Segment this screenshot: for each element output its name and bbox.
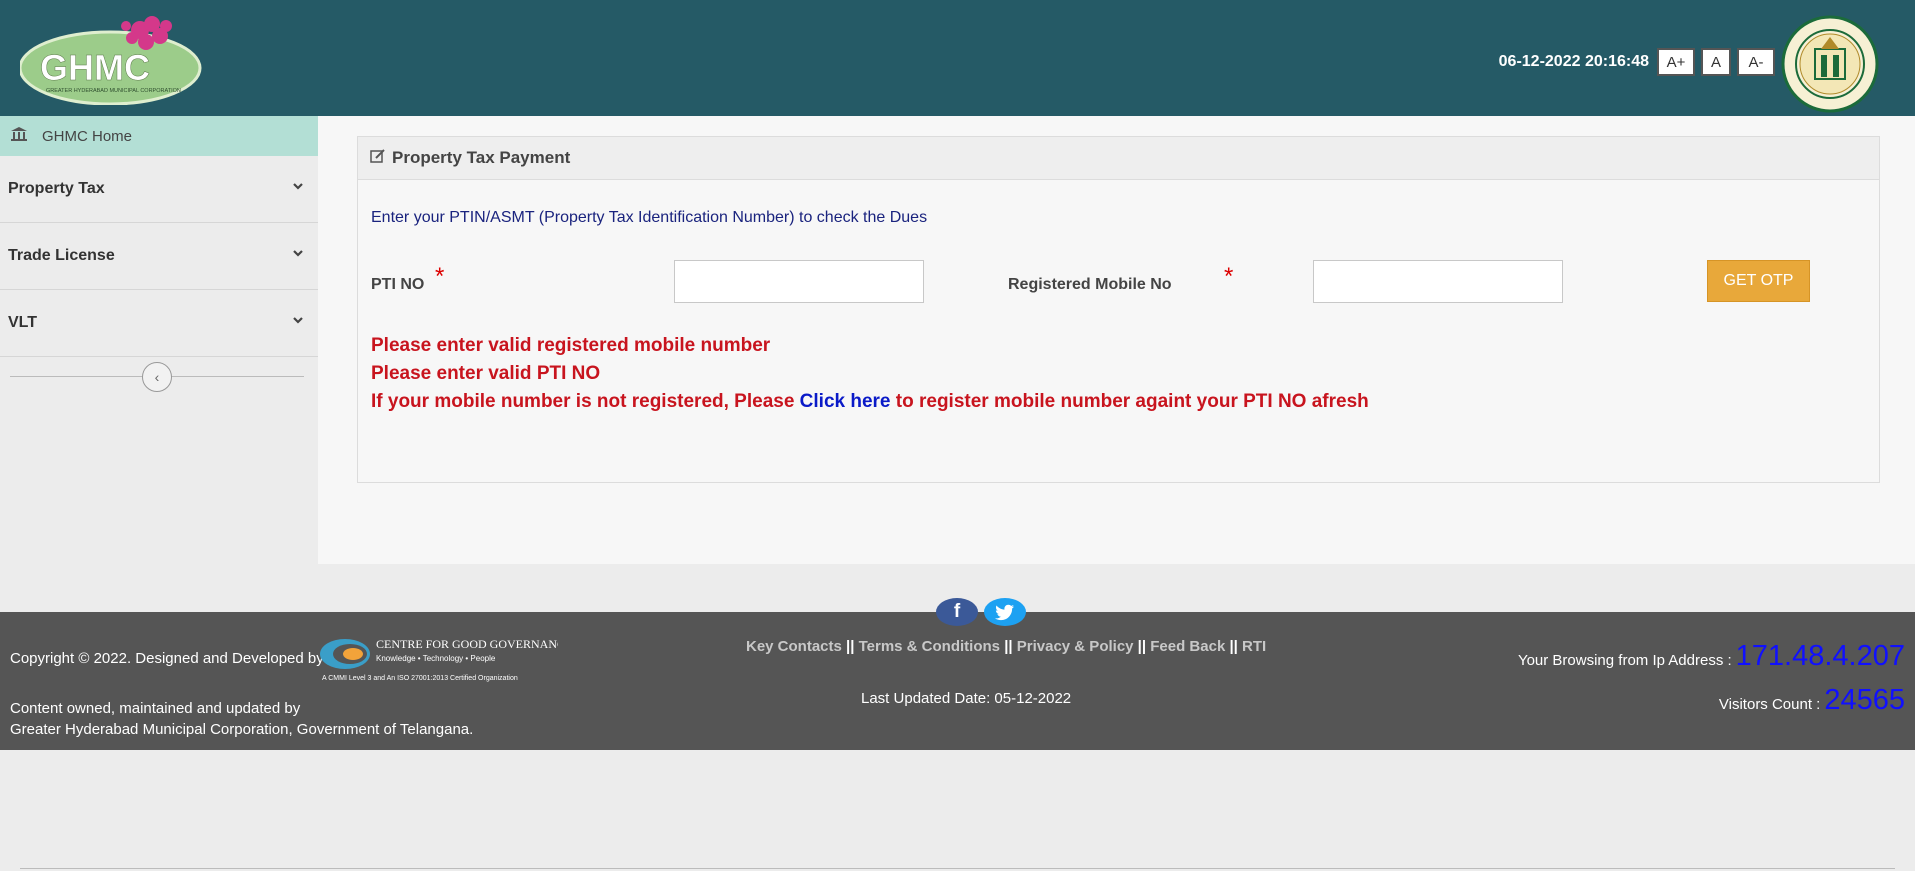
site-footer: Copyright © 2022. Designed and Developed… [0,612,1915,750]
sidebar: GHMC Home Property Tax Trade License VLT [0,116,318,564]
main-content: Property Tax Payment Enter your PTIN/ASM… [318,116,1915,564]
ghmc-logo[interactable]: GHMC GREATER HYDERABAD MUNICIPAL CORPORA… [20,10,215,105]
copyright-text: Copyright © 2022. Designed and Developed… [10,650,324,667]
link-terms[interactable]: Terms & Conditions [859,638,1000,655]
ip-address: Your Browsing from Ip Address : 171.48.4… [1518,640,1905,673]
error-mobile: Please enter valid registered mobile num… [371,335,771,356]
property-tax-panel: Property Tax Payment Enter your PTIN/ASM… [357,136,1880,483]
register-prefix: If your mobile number is not registered,… [371,391,800,412]
social-links: f [936,598,1026,626]
pti-input[interactable] [674,260,924,303]
content-owner: Content owned, maintained and updated by… [10,698,473,740]
telangana-emblem [1781,15,1879,113]
sidebar-item-label: VLT [8,314,38,331]
last-updated: Last Updated Date: 05-12-2022 [861,690,1072,707]
owner-line-2: Greater Hyderabad Municipal Corporation,… [10,721,474,738]
font-increase-button[interactable]: A+ [1657,48,1695,76]
sidebar-item-label: Property Tax [8,180,105,197]
sidebar-item-trade-license[interactable]: Trade License [0,223,318,290]
visitors-count: Visitors Count : 24565 [1719,684,1905,717]
sidebar-home-label: GHMC Home [42,127,133,145]
font-reset-button[interactable]: A [1701,48,1731,76]
required-mark: * [435,263,445,290]
current-datetime: 06-12-2022 20:16:48 [1498,53,1649,70]
facebook-icon[interactable]: f [936,598,978,626]
get-otp-button[interactable]: GET OTP [1707,260,1810,302]
panel-header: Property Tax Payment [358,137,1879,180]
link-separator: || [1004,638,1013,655]
sidebar-item-label: Trade License [8,247,115,264]
chevron-down-icon [292,312,304,330]
link-privacy[interactable]: Privacy & Policy [1017,638,1134,655]
owner-line-1: Content owned, maintained and updated by [10,700,301,717]
ip-label: Your Browsing from Ip Address : [1517,652,1732,669]
panel-instructions: Enter your PTIN/ASMT (Property Tax Ident… [371,209,928,226]
sidebar-item-property-tax[interactable]: Property Tax [0,156,318,223]
page-bottom-divider [20,868,1895,869]
visitors-label: Visitors Count : [1718,696,1821,713]
chevron-down-icon [292,178,304,196]
link-key-contacts[interactable]: Key Contacts [746,638,842,655]
cgg-tagline: Knowledge • Technology • People [376,654,496,663]
chevron-down-icon [292,245,304,263]
svg-text:GREATER HYDERABAD MUNICIPAL CO: GREATER HYDERABAD MUNICIPAL CORPORATION [46,88,181,94]
panel-title: Property Tax Payment [392,148,571,167]
ip-value: 171.48.4.207 [1735,640,1905,672]
cgg-name: CENTRE FOR GOOD GOVERNANCE [376,637,558,651]
required-mark: * [1224,263,1234,290]
sidebar-item-home[interactable]: GHMC Home [0,116,318,156]
link-separator: || [1229,638,1238,655]
font-decrease-button[interactable]: A- [1737,48,1775,76]
cgg-logo[interactable]: CENTRE FOR GOOD GOVERNANCE Knowledge • T… [318,634,558,684]
chevron-left-icon: ‹ [154,369,160,385]
link-feedback[interactable]: Feed Back [1150,638,1225,655]
mobile-input[interactable] [1313,260,1563,303]
twitter-icon[interactable] [984,598,1026,626]
header-controls: 06-12-2022 20:16:48 A+ A A- [1499,48,1775,76]
cgg-certification: A CMMI Level 3 and An ISO 27001:2013 Cer… [322,675,518,682]
mobile-label: Registered Mobile No [1008,276,1172,293]
register-link[interactable]: Click here [800,391,891,412]
link-separator: || [846,638,855,655]
error-register: If your mobile number is not registered,… [371,391,1369,413]
link-separator: || [1137,638,1147,655]
sidebar-item-vlt[interactable]: VLT [0,290,318,357]
svg-text:GHMC: GHMC [40,47,150,88]
site-header: GHMC GREATER HYDERABAD MUNICIPAL CORPORA… [0,0,1915,116]
visitors-value: 24565 [1824,684,1905,716]
sidebar-collapse-button[interactable]: ‹ [142,362,172,392]
bank-icon [10,126,28,146]
error-pti: Please enter valid PTI NO [371,363,601,384]
pti-label: PTI NO [371,276,425,293]
edit-icon [370,148,386,168]
link-rti[interactable]: RTI [1242,638,1266,655]
footer-links: Key Contacts || Terms & Conditions || Pr… [746,638,1266,655]
register-suffix: to register mobile number againt your PT… [890,391,1369,412]
